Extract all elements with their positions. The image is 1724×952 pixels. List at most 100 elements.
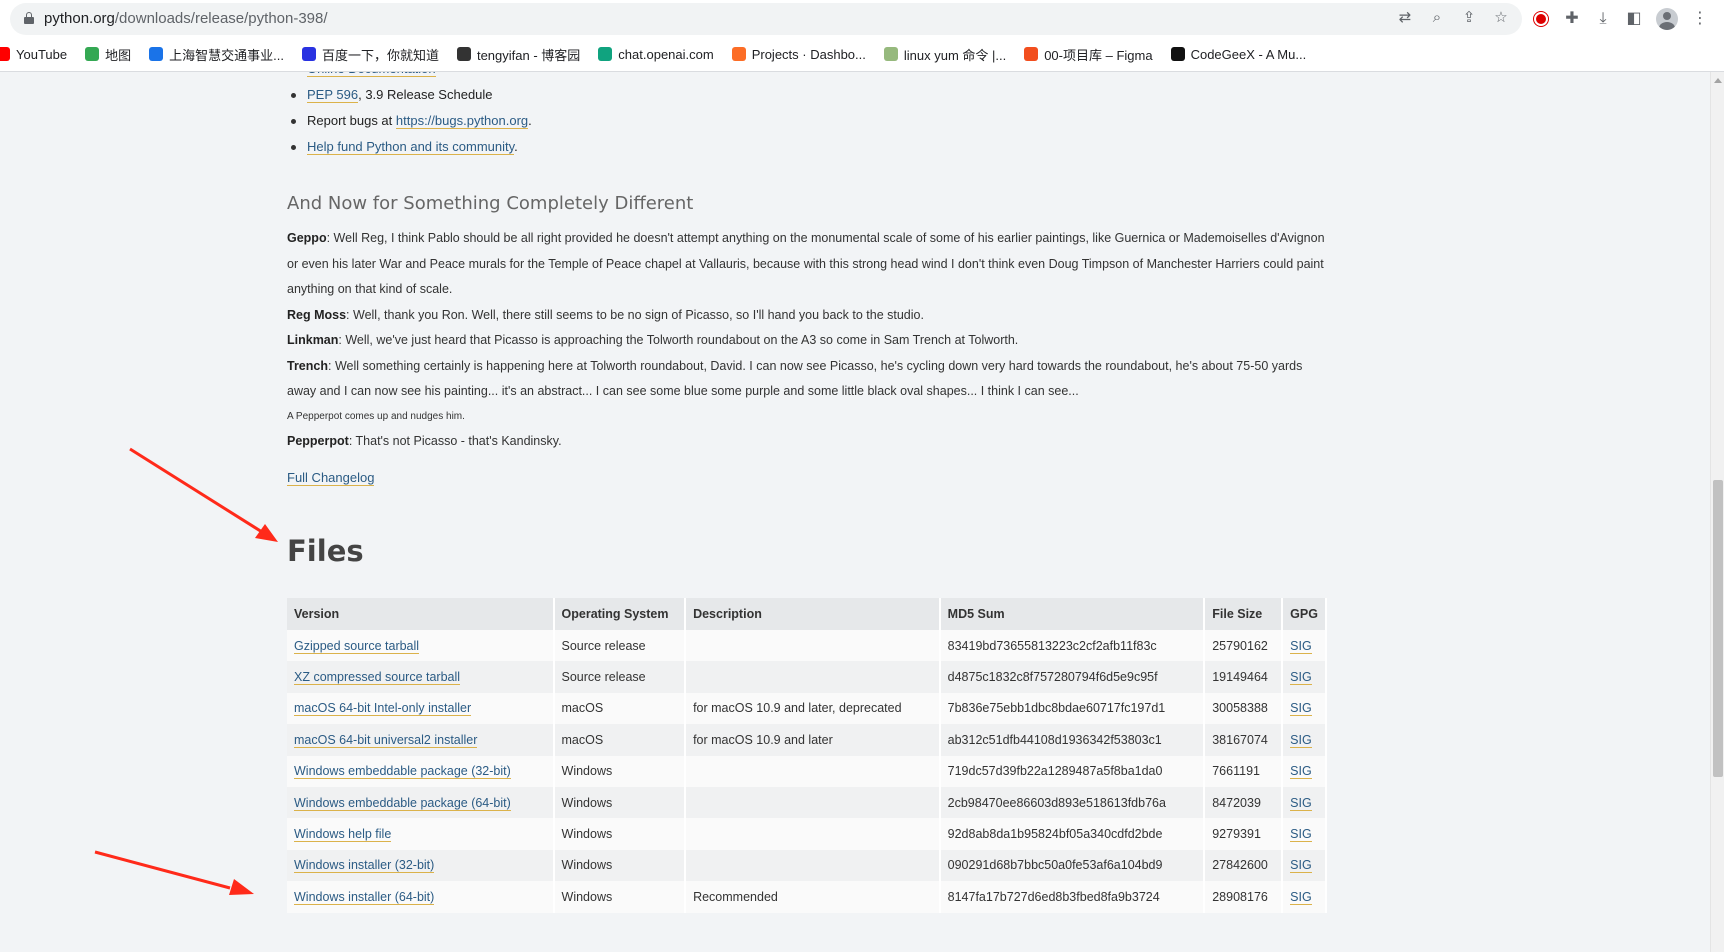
speaker-line: : That's not Picasso - that's Kandinsky. — [348, 433, 562, 448]
table-cell-os: Windows — [553, 786, 687, 819]
download-link[interactable]: Windows installer (64-bit) — [294, 889, 435, 905]
table-cell-size: 7661191 — [1204, 755, 1284, 787]
table-cell-size: 27842600 — [1204, 849, 1284, 882]
download-link[interactable]: macOS 64-bit Intel-only installer — [294, 701, 472, 717]
table-row: Windows embeddable package (64-bit) Windo… — [287, 786, 1327, 819]
table-cell-desc — [685, 755, 941, 787]
download-link[interactable]: Gzipped source tarball — [294, 638, 420, 654]
scrollbar-thumb[interactable] — [1713, 480, 1723, 777]
resource-link[interactable]: Online Documentation — [307, 72, 436, 77]
bookmark-item[interactable]: CodeGeeX - A Mu... — [1170, 46, 1307, 62]
table-cell-os: Source release — [553, 661, 687, 693]
zoom-icon[interactable]: ⌕ — [1428, 9, 1446, 27]
table-cell-desc — [685, 630, 941, 662]
table-cell-size: 28908176 — [1204, 881, 1284, 913]
sig-link[interactable]: SIG — [1290, 827, 1312, 843]
dialog-text: Geppo: Well Reg, I think Pablo should be… — [287, 226, 1327, 454]
dialog-line: Trench: Well something certainly is happ… — [287, 354, 1327, 405]
resource-link[interactable]: PEP 596 — [307, 87, 359, 103]
maps-icon — [85, 47, 100, 61]
table-cell-os: Windows — [553, 818, 687, 850]
table-cell-md5: 2cb98470ee86603d893e518613fdb76a — [939, 786, 1206, 819]
download-link[interactable]: Windows help file — [294, 827, 392, 843]
page-scrollbar[interactable] — [1710, 72, 1724, 952]
sig-link[interactable]: SIG — [1290, 795, 1312, 811]
table-cell-os: Windows — [553, 755, 687, 787]
side-panel-icon[interactable]: ◧ — [1625, 10, 1643, 28]
table-cell-os: macOS — [553, 724, 687, 756]
bookmark-item[interactable]: 上海智慧交通事业... — [149, 45, 284, 64]
lock-icon[interactable] — [24, 12, 34, 24]
translate-icon[interactable]: ⇄ — [1396, 9, 1414, 27]
bookmark-item[interactable]: chat.openai.com — [598, 47, 714, 62]
gitlab-icon — [731, 47, 746, 61]
sig-link[interactable]: SIG — [1290, 889, 1312, 905]
sig-link[interactable]: SIG — [1290, 858, 1312, 874]
speaker-line: : Well Reg, I think Pablo should be all … — [287, 231, 1325, 296]
sig-link[interactable]: SIG — [1290, 670, 1312, 686]
resource-link[interactable]: Help fund Python and its community — [307, 139, 515, 155]
table-cell-desc: Recommended — [685, 881, 941, 913]
table-cell-gpg: SIG — [1282, 849, 1327, 882]
download-link[interactable]: Windows embeddable package (64-bit) — [294, 795, 511, 811]
table-row: macOS 64-bit universal2 installer macOS fo… — [287, 724, 1327, 756]
download-icon[interactable]: ⤓ — [1594, 10, 1612, 28]
scroll-up-icon[interactable] — [1714, 78, 1722, 83]
record-extension-icon[interactable] — [1534, 12, 1548, 26]
list-item: Help fund Python and its community. — [287, 137, 532, 163]
table-cell-os: macOS — [553, 692, 687, 725]
download-link[interactable]: Windows installer (32-bit) — [294, 858, 435, 874]
bookmark-item[interactable]: linux yum 命令 |... — [883, 45, 1007, 64]
table-cell-gpg: SIG — [1282, 881, 1327, 913]
bookmark-item[interactable]: 00-项目库 – Figma — [1024, 45, 1153, 64]
table-cell-size: 30058388 — [1204, 692, 1284, 725]
page-content: Online Documentation PEP 596, 3.9 Release… — [0, 72, 1710, 952]
bookmark-item[interactable]: 地图 — [85, 45, 131, 64]
share-icon[interactable]: ⇪ — [1460, 9, 1478, 27]
bookmark-item[interactable]: Projects · Dashbo... — [731, 47, 866, 62]
table-cell-md5: 8147fa17b727d6ed8b3fbed8fa9b3724 — [939, 881, 1206, 913]
resource-link[interactable]: https://bugs.python.org — [395, 113, 529, 129]
sig-link[interactable]: SIG — [1290, 764, 1312, 780]
url-text[interactable]: python.org/downloads/release/python-398/ — [44, 10, 328, 27]
sig-link[interactable]: SIG — [1290, 638, 1312, 654]
table-cell-gpg: SIG — [1282, 692, 1327, 725]
download-link[interactable]: XZ compressed source tarball — [294, 670, 461, 686]
changelog-paragraph: Full Changelog — [287, 470, 375, 486]
bookmark-label: linux yum 命令 |... — [903, 47, 1007, 63]
table-header-row: Version Operating System Description MD5 Su… — [287, 598, 1327, 630]
bookmark-label: CodeGeeX - A Mu... — [1190, 46, 1307, 62]
profile-avatar[interactable] — [1656, 8, 1678, 30]
address-bar[interactable]: python.org/downloads/release/python-398/… — [10, 3, 1522, 35]
table-cell-md5: ab312c51dfb44108d1936342f53803c1 — [939, 724, 1206, 756]
table-row: Gzipped source tarball Source release 8341… — [287, 630, 1327, 662]
bookmark-item[interactable]: 百度一下，你就知道 — [301, 45, 439, 64]
list-item-text: , 3.9 Release Schedule — [358, 87, 493, 102]
menu-icon[interactable]: ⋮ — [1691, 10, 1709, 28]
column-header: File Size — [1204, 598, 1284, 630]
codegeex-icon — [1170, 47, 1185, 61]
bookmark-item[interactable]: YouTube — [0, 47, 67, 62]
table-cell-version: Windows installer (64-bit) — [287, 881, 555, 913]
table-cell-gpg: SIG — [1282, 755, 1327, 787]
table-cell-os: Source release — [553, 630, 687, 662]
table-cell-md5: 719dc57d39fb22a1289487a5f8ba1da0 — [939, 755, 1206, 787]
sig-link[interactable]: SIG — [1290, 732, 1312, 748]
extensions-icon[interactable]: ✚ — [1563, 10, 1581, 28]
full-changelog-link[interactable]: Full Changelog — [287, 470, 375, 486]
bookmark-item[interactable]: tengyifan - 博客园 — [456, 45, 580, 64]
table-cell-size: 25790162 — [1204, 630, 1284, 662]
download-link[interactable]: macOS 64-bit universal2 installer — [294, 732, 478, 748]
speaker-name: Geppo — [287, 231, 327, 245]
table-cell-os: Windows — [553, 881, 687, 913]
table-cell-version: Gzipped source tarball — [287, 630, 555, 662]
table-cell-md5: 7b836e75ebb1dbc8bdae60717fc197d1 — [939, 692, 1206, 725]
sig-link[interactable]: SIG — [1290, 701, 1312, 717]
bookmark-star-icon[interactable]: ☆ — [1492, 9, 1510, 27]
column-header: Operating System — [553, 598, 687, 630]
table-cell-gpg: SIG — [1282, 724, 1327, 756]
download-link[interactable]: Windows embeddable package (32-bit) — [294, 764, 511, 780]
table-cell-version: Windows embeddable package (64-bit) — [287, 786, 555, 819]
table-cell-version: Windows help file — [287, 818, 555, 850]
table-cell-gpg: SIG — [1282, 630, 1327, 662]
